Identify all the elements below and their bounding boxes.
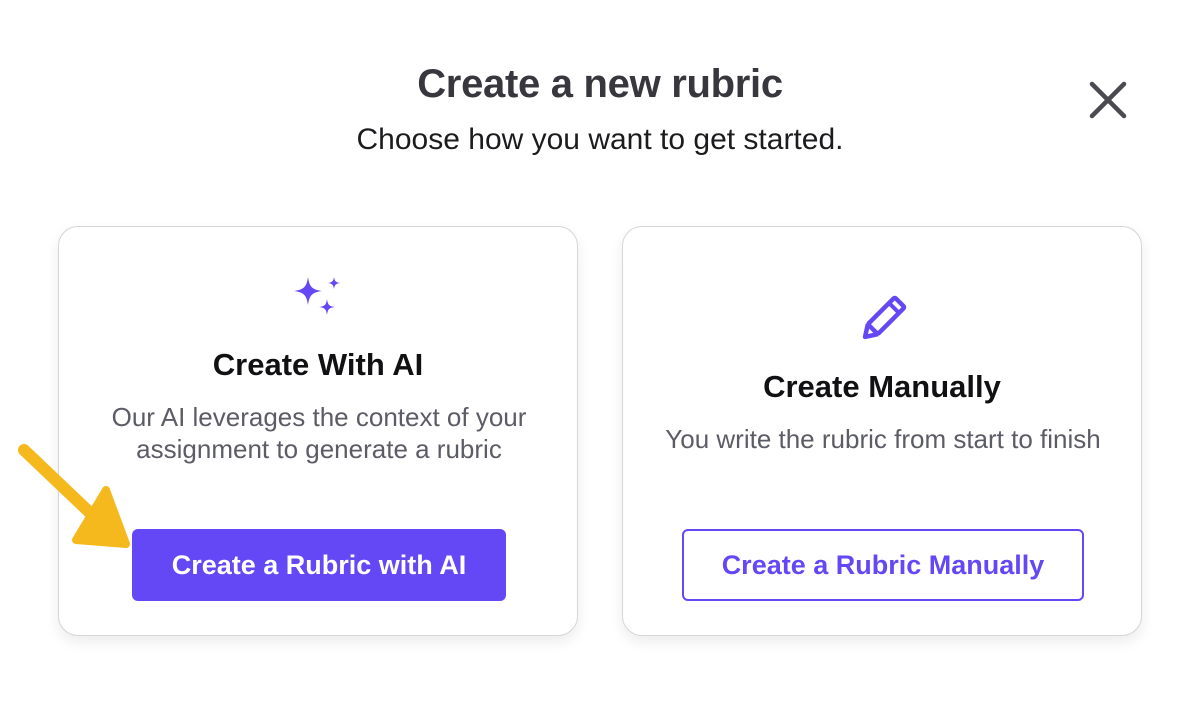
close-icon xyxy=(1089,81,1127,119)
ai-card-title: Create With AI xyxy=(212,347,424,382)
dialog-title: Create a new rubric xyxy=(417,62,783,106)
manual-card-title: Create Manually xyxy=(763,369,1001,404)
manual-card-description: You write the rubric from start to finis… xyxy=(665,424,1101,454)
pencil-icon xyxy=(862,295,907,340)
dialog-subtitle: Choose how you want to get started. xyxy=(356,123,844,156)
close-button[interactable] xyxy=(1084,76,1132,124)
ai-card-description: Our AI leverages the context of your ass… xyxy=(111,402,527,464)
create-manually-card: Create Manually You write the rubric fro… xyxy=(622,226,1142,636)
sparkles-icon-wrapper xyxy=(59,273,577,321)
create-with-ai-card: Create With AI Our AI leverages the cont… xyxy=(58,226,578,636)
create-rubric-manually-button[interactable]: Create a Rubric Manually xyxy=(682,529,1084,601)
create-rubric-with-ai-button[interactable]: Create a Rubric with AI xyxy=(132,529,506,601)
pencil-icon-wrapper xyxy=(623,293,1141,347)
sparkles-icon xyxy=(294,277,340,315)
